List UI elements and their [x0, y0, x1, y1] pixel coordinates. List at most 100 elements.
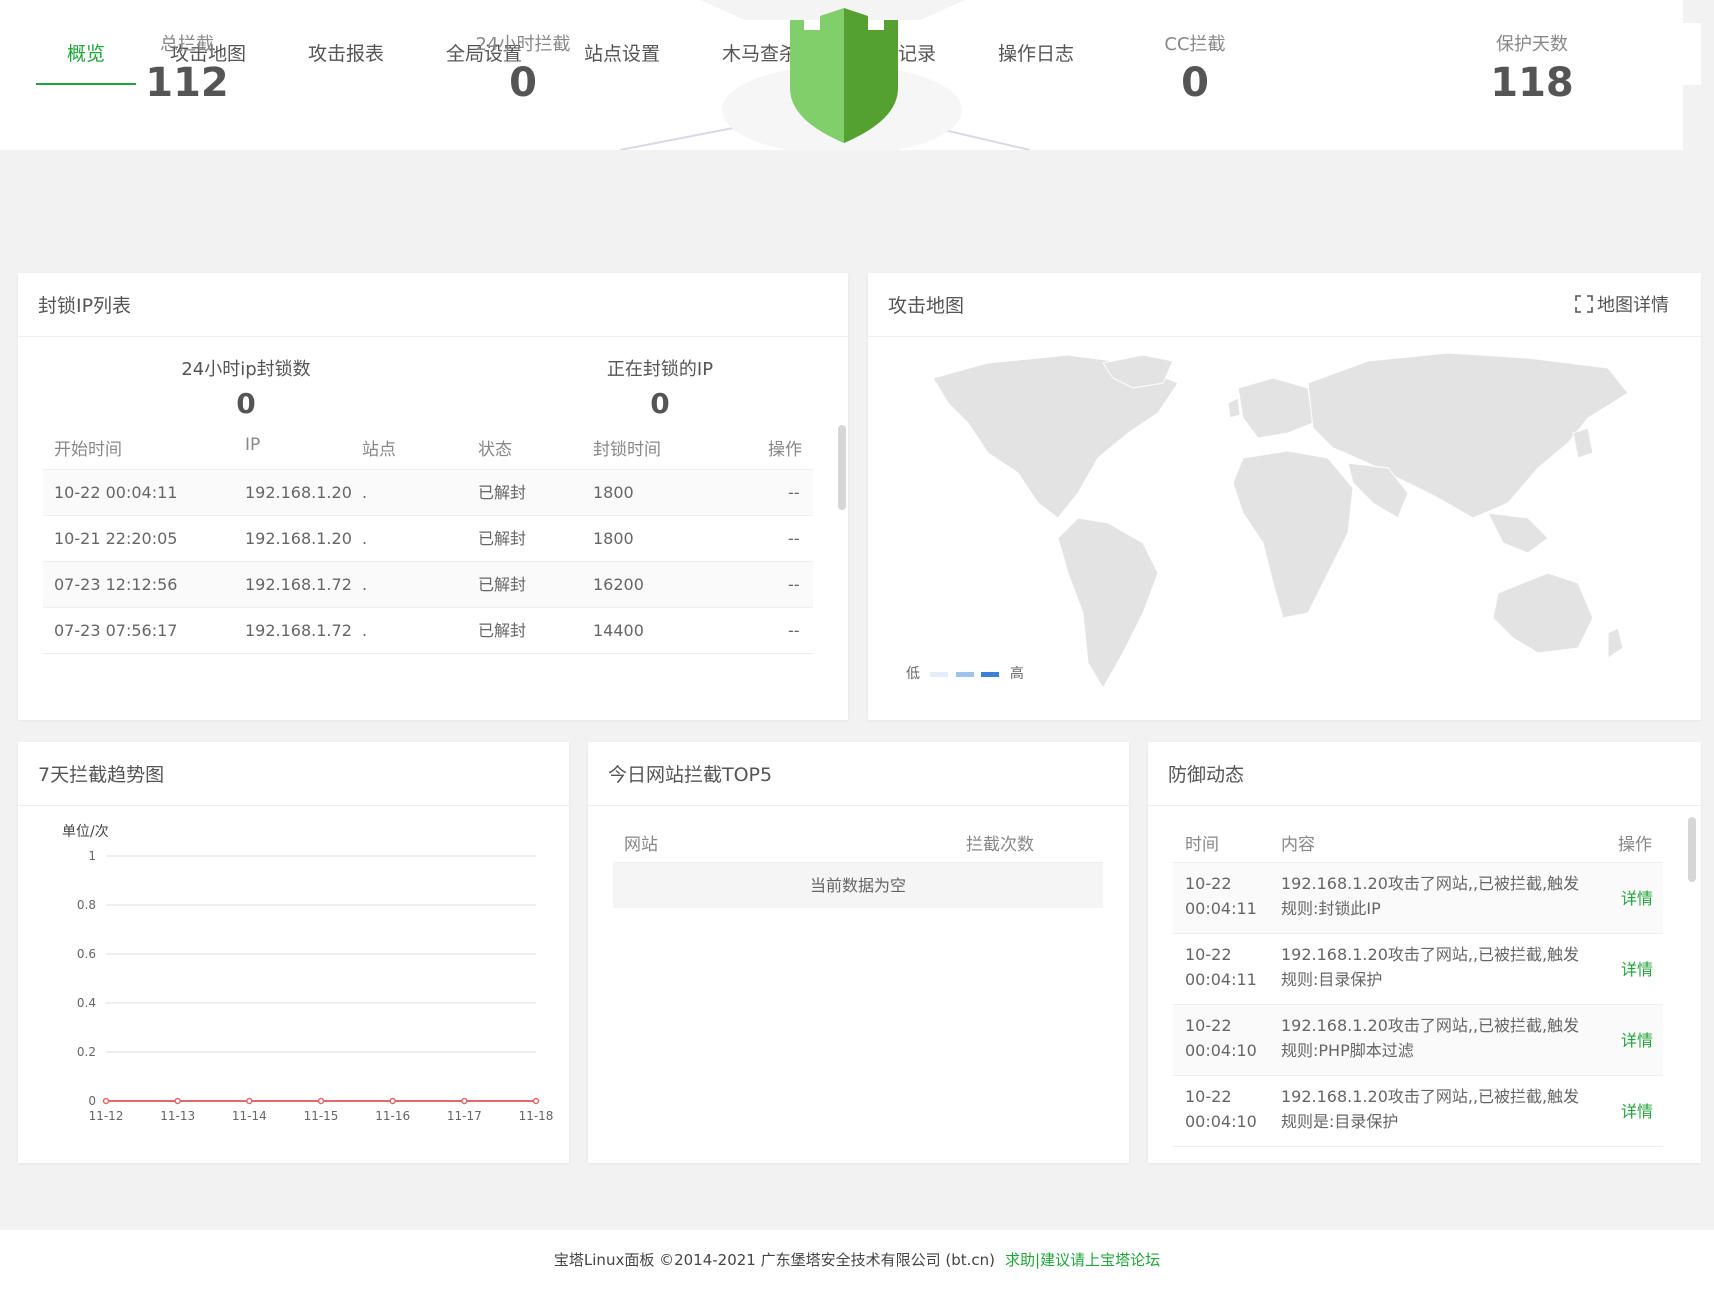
- ip-currently-blocked: 正在封锁的IP 0: [540, 355, 780, 420]
- cell-site: .: [362, 529, 368, 548]
- column-header: 拦截次数: [966, 835, 1034, 855]
- stat-value: 0: [509, 60, 537, 106]
- sub-stat-label: 24小时ip封锁数: [181, 359, 311, 380]
- x-tick-label: 11-14: [232, 1109, 267, 1123]
- data-point: [389, 1097, 396, 1105]
- cell-ip: 192.168.1.72: [245, 575, 352, 594]
- sub-stat-value: 0: [650, 387, 670, 420]
- column-header: 网站: [624, 835, 658, 855]
- forum-link[interactable]: 求助|建议请上宝塔论坛: [1005, 1251, 1160, 1269]
- legend-swatch: [930, 671, 949, 677]
- y-tick-label: 1: [88, 849, 96, 863]
- stat-total-blocked: 总拦截 112: [57, 30, 317, 106]
- y-tick-label: 0.2: [77, 1045, 96, 1059]
- cell-operation: --: [788, 575, 800, 594]
- y-tick-label: 0.8: [77, 898, 96, 912]
- cell-operation: --: [788, 621, 800, 640]
- divider: [868, 336, 1701, 337]
- ip-blocked-24h: 24小时ip封锁数 0: [126, 355, 366, 420]
- fullscreen-icon: [1575, 295, 1593, 313]
- cell-site: .: [362, 575, 368, 594]
- list-item: 10-22 00:04:10 192.168.1.20攻击了网站,,已被拦截,触发…: [1173, 1076, 1663, 1147]
- x-tick-label: 11-16: [375, 1109, 410, 1123]
- detail-link[interactable]: 详情: [1621, 863, 1653, 934]
- shield-icon: [790, 8, 898, 143]
- panel-title: 防御动态: [1168, 764, 1245, 786]
- x-tick-label: 11-12: [89, 1109, 124, 1123]
- cell-start-time: 07-23 07:56:17: [54, 621, 178, 640]
- cell-duration: 16200: [593, 575, 644, 594]
- stat-value: 118: [1490, 60, 1574, 106]
- item-time: 10-22 00:04:11: [1185, 945, 1257, 989]
- cell-site: .: [362, 483, 368, 502]
- item-time: 10-22 00:04:10: [1185, 1087, 1257, 1131]
- stat-cc-blocked: CC拦截 0: [1065, 30, 1325, 106]
- column-header: IP: [245, 435, 261, 455]
- legend-swatch: [981, 671, 1000, 677]
- map-legend: 低 高: [906, 663, 1024, 683]
- cell-duration: 1800: [593, 483, 634, 502]
- sub-stat-label: 正在封锁的IP: [606, 359, 714, 380]
- legend-swatch: [955, 671, 974, 677]
- detail-link[interactable]: 详情: [1621, 1076, 1653, 1147]
- stat-label: CC拦截: [1164, 34, 1226, 55]
- table-scrollbar[interactable]: [838, 425, 846, 510]
- legend-high-label: 高: [1009, 666, 1024, 682]
- detail-link[interactable]: 详情: [1621, 934, 1653, 1005]
- stat-protection-days: 保护天数 118: [1402, 30, 1662, 106]
- column-header: 封锁时间: [593, 440, 661, 460]
- y-tick-label: 0.6: [77, 947, 96, 961]
- item-content: 192.168.1.20攻击了网站,,已被拦截,触发 规则:目录保护: [1281, 945, 1580, 989]
- map-detail-link[interactable]: 地图详情: [1575, 291, 1669, 317]
- stat-label: 24小时拦截: [475, 34, 571, 55]
- cell-duration: 1800: [593, 529, 634, 548]
- table-row: 10-22 00:04:11 192.168.1.20 . 已解封 1800 -…: [43, 470, 813, 516]
- cell-start-time: 07-23 12:12:56: [54, 575, 178, 594]
- data-point: [461, 1097, 468, 1105]
- sub-stat-value: 0: [236, 387, 256, 420]
- blocked-ip-panel: 封锁IP列表 24小时ip封锁数 0 正在封锁的IP 0 开始时间 IP 站点 …: [18, 273, 848, 720]
- trend-line-chart: 单位/次 0 0.2 0.4 0.6 0.8 1 11-12 11-13 11-14 11-15 11…: [62, 824, 554, 1123]
- list-scrollbar[interactable]: [1688, 817, 1696, 882]
- table-row: 07-23 07:56:17 192.168.1.72 . 已解封 14400 …: [43, 608, 813, 654]
- item-time: 10-22 00:04:10: [1185, 1016, 1257, 1060]
- map-detail-label: 地图详情: [1597, 295, 1669, 316]
- defense-activity-panel: 防御动态 时间 内容 操作 10-22 00:04:11 192.168.1.20…: [1148, 742, 1701, 1163]
- column-header: 状态: [478, 440, 512, 460]
- cell-status: 已解封: [478, 483, 527, 502]
- divider: [1148, 805, 1701, 806]
- stat-value: 0: [1181, 60, 1209, 106]
- stats-panel: 总拦截 112 24小时拦截 0 CC拦截 0 保护天数 118: [0, 0, 1683, 150]
- x-tick-label: 11-17: [447, 1109, 482, 1123]
- table-row: 10-21 22:20:05 192.168.1.20 . 已解封 1800 -…: [43, 516, 813, 562]
- item-content: 192.168.1.20攻击了网站,,已被拦截,触发 规则是:目录保护: [1281, 1087, 1580, 1131]
- world-map[interactable]: [928, 343, 1638, 693]
- panel-title: 今日网站拦截TOP5: [608, 764, 773, 786]
- column-header: 操作: [768, 440, 802, 460]
- list-item: 10-22 00:04:10 192.168.1.20攻击了网站,,已被拦截,触发…: [1173, 1005, 1663, 1076]
- cell-site: .: [362, 621, 368, 640]
- footer: 宝塔Linux面板 ©2014-2021 广东堡塔安全技术有限公司 (bt.cn…: [0, 1230, 1714, 1290]
- list-item: 10-22 00:04:11 192.168.1.20攻击了网站,,已被拦截,触发…: [1173, 863, 1663, 934]
- empty-state: 当前数据为空: [613, 863, 1103, 908]
- panel-title: 7天拦截趋势图: [38, 764, 165, 786]
- cell-operation: --: [788, 483, 800, 502]
- y-tick-label: 0: [88, 1094, 96, 1108]
- defense-list: 10-22 00:04:11 192.168.1.20攻击了网站,,已被拦截,触发…: [1148, 863, 1701, 1148]
- cell-ip: 192.168.1.20: [245, 529, 352, 548]
- column-header: 时间: [1185, 835, 1219, 855]
- panel-title: 封锁IP列表: [38, 295, 132, 317]
- y-tick-label: 0.4: [77, 996, 96, 1010]
- x-tick-label: 11-13: [160, 1109, 195, 1123]
- column-header: 内容: [1281, 835, 1315, 855]
- data-point: [317, 1097, 325, 1105]
- attack-map-panel: 攻击地图 地图详情 低 高: [868, 273, 1701, 720]
- detail-link[interactable]: 详情: [1621, 1005, 1653, 1076]
- cell-status: 已解封: [478, 529, 527, 548]
- cell-ip: 192.168.1.72: [245, 621, 352, 640]
- cell-status: 已解封: [478, 575, 527, 594]
- data-point: [174, 1097, 181, 1105]
- x-tick-label: 11-18: [519, 1109, 554, 1123]
- data-point: [532, 1097, 540, 1105]
- column-header: 操作: [1618, 835, 1652, 855]
